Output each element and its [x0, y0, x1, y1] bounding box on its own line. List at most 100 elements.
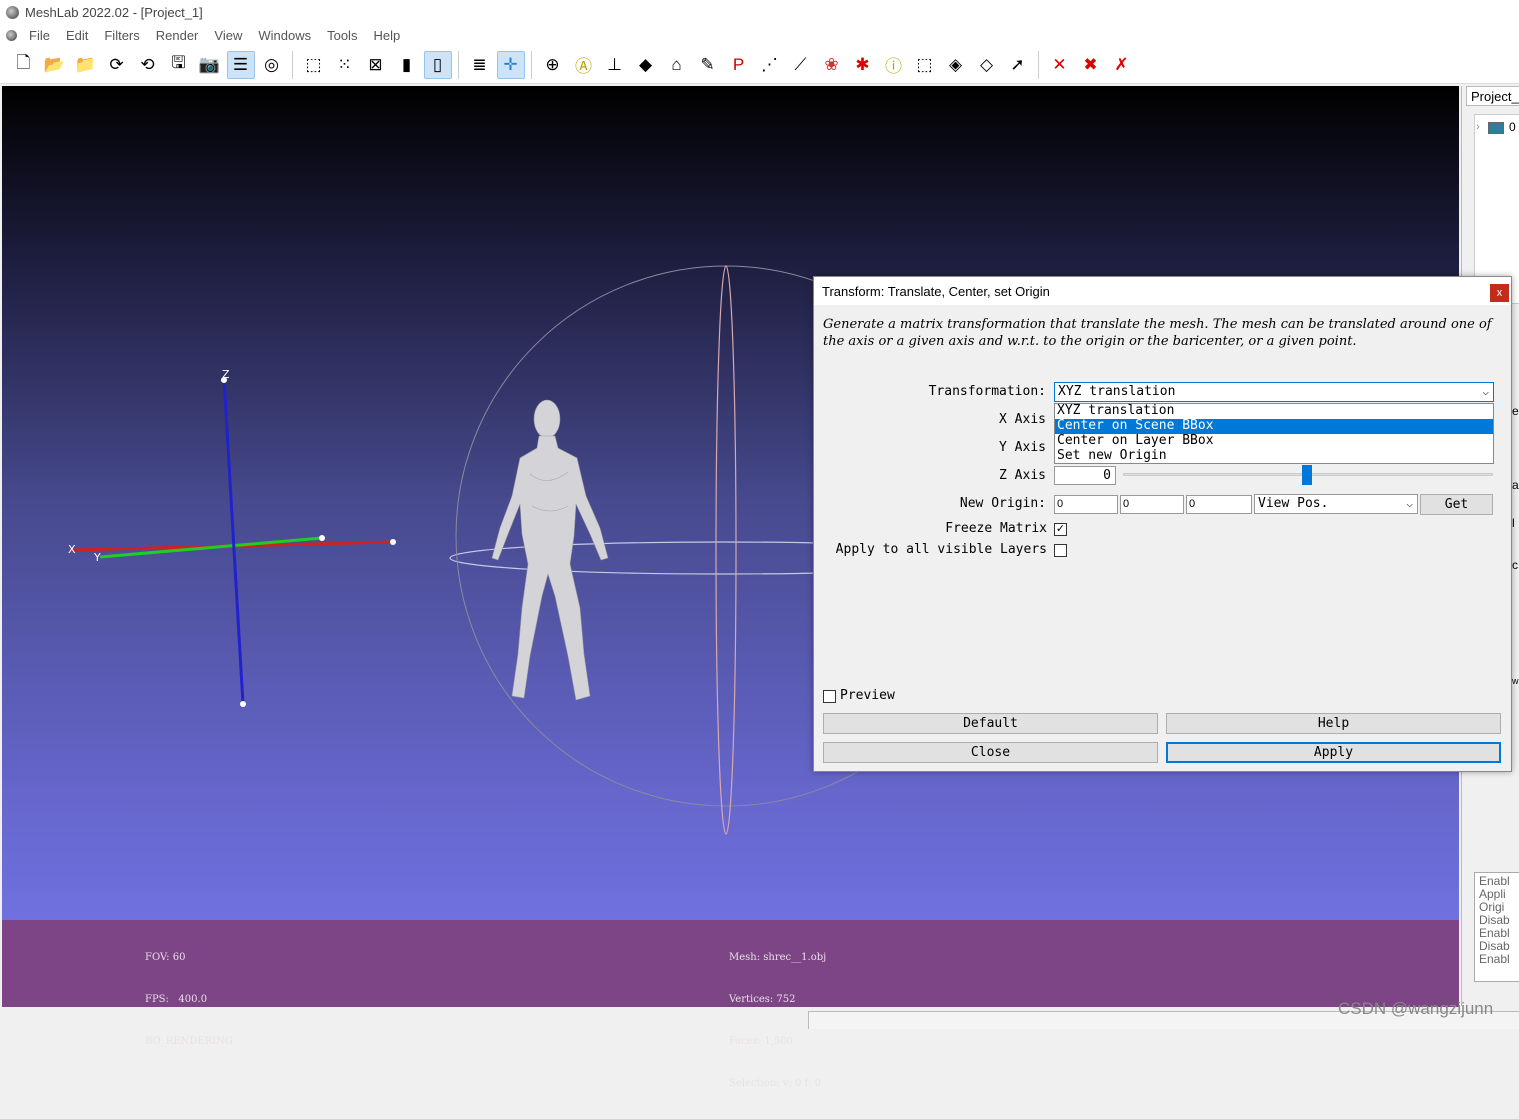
help-button[interactable]: Help [1166, 713, 1501, 734]
apply-all-layers-checkbox[interactable] [1054, 544, 1067, 557]
option-xyz-translation[interactable]: XYZ translation [1055, 404, 1493, 419]
menu-bar: File Edit Filters Render View Windows To… [0, 24, 1519, 46]
transformation-dropdown-list: XYZ translation Center on Scene BBox Cen… [1054, 403, 1494, 464]
get-button[interactable]: Get [1420, 494, 1493, 515]
preview-label: Preview [840, 688, 895, 703]
align-axes-icon[interactable]: ⊥ [601, 51, 629, 79]
freeze-matrix-label: Freeze Matrix [945, 521, 1047, 536]
project-tab[interactable]: Project_1 [1466, 86, 1519, 106]
menu-tools[interactable]: Tools [319, 28, 365, 43]
raster-icon[interactable]: ◎ [258, 51, 286, 79]
chevron-down-icon: ⌵ [1482, 385, 1489, 398]
transformation-select[interactable]: XYZ translation ⌵ [1054, 382, 1494, 402]
select-region-icon[interactable]: ◇ [973, 51, 1001, 79]
freeze-matrix-checkbox[interactable]: ✓ [1054, 523, 1067, 536]
y-axis-end [319, 535, 325, 541]
delete-vertices-icon[interactable]: ✕ [1046, 51, 1074, 79]
z-axis-line [222, 377, 245, 705]
reload-all-icon[interactable]: ⟲ [134, 51, 162, 79]
info-icon[interactable]: ⓘ [880, 51, 908, 79]
wireframe-icon[interactable]: ⊠ [362, 51, 390, 79]
option-center-layer-bbox[interactable]: Center on Layer BBox [1055, 434, 1493, 449]
menu-windows[interactable]: Windows [250, 28, 319, 43]
import-mesh-icon[interactable]: 📁 [72, 51, 100, 79]
y-axis-label: Y Axis [999, 440, 1046, 455]
selection-text: Selection: v: 0 f: 0 [729, 1078, 822, 1089]
origin-z-input[interactable]: 0 [1186, 495, 1252, 514]
x-axis-label: X Axis [999, 412, 1046, 427]
mesh-name-text: Mesh: shrec__1.obj [729, 952, 827, 963]
main-toolbar: 🗋 📂 📁 ⟳ ⟲ 🖫 📷 ☰ ◎ ⬚ ⁙ ⊠ ▮ ▯ ≣ ✛ ⊕ Ⓐ ⊥ ◆ ⌂ ✎ P ⋰ ⟋ ❀ ✱ ⓘ ⬚ ◈ ◇ ➚ ✕ ✖ ✗ [0, 46, 1519, 84]
viewport-info-bar: FOV: 60 FPS: 400.0 BO_RENDERING Mesh: sh… [2, 920, 1459, 1089]
delete-faces-icon[interactable]: ✖ [1077, 51, 1105, 79]
bbox-icon[interactable]: ⬚ [300, 51, 328, 79]
select-pointer-icon[interactable]: ➚ [1004, 51, 1032, 79]
pp-icon[interactable]: P [725, 51, 753, 79]
dialog-titlebar: Transform: Translate, Center, set Origin [814, 277, 1511, 305]
globe-icon[interactable]: ⊕ [539, 51, 567, 79]
z-axis-input[interactable]: 0 [1054, 466, 1116, 485]
panel-fragment: w [1512, 676, 1519, 686]
menu-edit[interactable]: Edit [58, 28, 96, 43]
paint-can-icon[interactable]: ◆ [632, 51, 660, 79]
faces-text: Faces: 1,500 [729, 1036, 794, 1047]
default-button[interactable]: Default [823, 713, 1158, 734]
delete-selection-icon[interactable]: ✗ [1108, 51, 1136, 79]
z-axis-slider-handle[interactable] [1302, 465, 1312, 485]
apply-button[interactable]: Apply [1166, 742, 1501, 763]
expand-chevron-icon[interactable]: › [1476, 121, 1480, 133]
menu-help[interactable]: Help [365, 28, 408, 43]
panel-fragment: l [1512, 516, 1515, 530]
layers-icon[interactable]: ☰ [226, 50, 255, 79]
checkmark-icon: ✓ [1055, 523, 1066, 535]
close-button[interactable]: Close [823, 742, 1158, 763]
filter-description: Generate a matrix transformation that tr… [823, 317, 1492, 349]
flat-icon[interactable]: ▮ [393, 51, 421, 79]
z-axis-label: Z Axis [999, 468, 1046, 483]
menu-render[interactable]: Render [148, 28, 207, 43]
render-info: FOV: 60 FPS: 400.0 BO_RENDERING [145, 923, 233, 1077]
points-icon[interactable]: ⁙ [331, 51, 359, 79]
panel-fragment: e [1512, 404, 1519, 418]
measure-icon[interactable]: ⟋ [787, 51, 815, 79]
dialog-close-icon[interactable]: x [1490, 284, 1509, 302]
new-project-icon[interactable]: 🗋 [10, 51, 38, 79]
z-axis-end [240, 701, 246, 707]
chevron-down-icon: ⌵ [1406, 497, 1413, 510]
window-title: MeshLab 2022.02 - [Project_1] [25, 4, 203, 20]
transform-dialog: Transform: Translate, Center, set Origin… [813, 276, 1512, 772]
option-set-new-origin[interactable]: Set new Origin [1055, 449, 1493, 464]
export-mesh-icon[interactable]: 🖫 [165, 51, 193, 79]
menu-file[interactable]: File [21, 28, 58, 43]
select-vertices-icon[interactable]: ⋰ [756, 51, 784, 79]
smooth-icon[interactable]: ▯ [423, 50, 452, 79]
eye-visibility-icon[interactable] [1488, 122, 1504, 134]
human-mesh-model[interactable] [491, 399, 609, 701]
view-pos-select[interactable]: View Pos. ⌵ [1254, 494, 1418, 514]
layer-stack-icon[interactable]: ≣ [466, 51, 494, 79]
preview-checkbox[interactable] [823, 690, 836, 703]
georef-icon[interactable]: ✱ [849, 51, 877, 79]
reload-icon[interactable]: ⟳ [103, 51, 131, 79]
option-center-scene-bbox[interactable]: Center on Scene BBox [1055, 419, 1493, 434]
origin-y-input[interactable]: 0 [1120, 495, 1184, 514]
select-faces-icon[interactable]: ⬚ [911, 51, 939, 79]
brush-icon[interactable]: ✎ [694, 51, 722, 79]
render-mode-text: BO_RENDERING [145, 1036, 233, 1047]
snapshot-icon[interactable]: 📷 [196, 51, 224, 79]
log-line: Enabl [1479, 952, 1510, 966]
toolbar-separator [458, 50, 459, 79]
axis-gizmo-icon[interactable]: ✛ [496, 50, 525, 79]
camera-icon[interactable]: ⌂ [663, 51, 691, 79]
open-project-icon[interactable]: 📂 [41, 51, 69, 79]
color-map-icon[interactable]: ❀ [818, 51, 846, 79]
select-conn-icon[interactable]: ◈ [942, 51, 970, 79]
annotation-icon[interactable]: Ⓐ [570, 51, 598, 79]
transformation-label: Transformation: [928, 384, 1046, 399]
menu-filters[interactable]: Filters [96, 28, 147, 43]
toolbar-separator [1038, 50, 1039, 79]
window-titlebar: MeshLab 2022.02 - [Project_1] [0, 0, 1519, 24]
z-axis-label: Z [222, 368, 230, 381]
origin-x-input[interactable]: 0 [1054, 495, 1118, 514]
menu-view[interactable]: View [206, 28, 250, 43]
